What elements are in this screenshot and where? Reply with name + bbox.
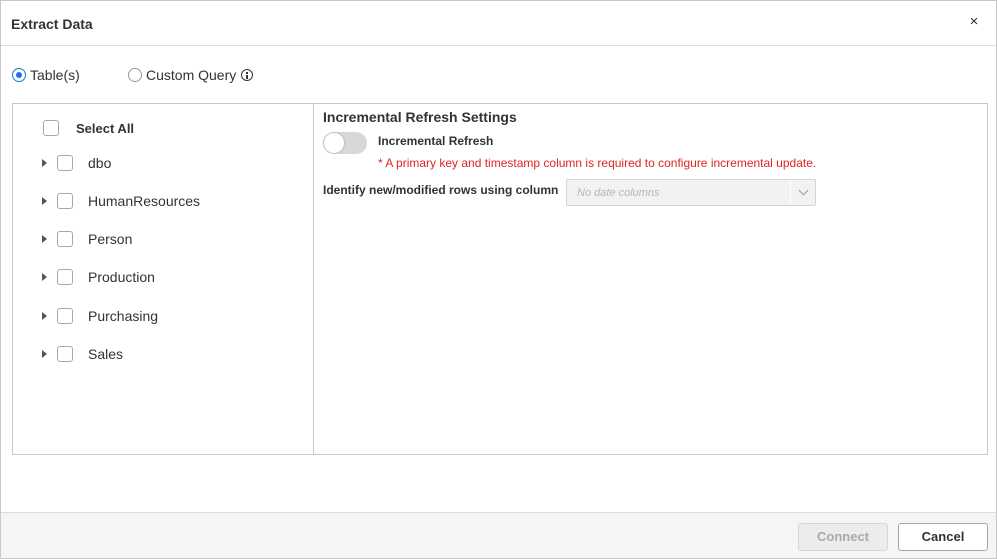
- dialog-footer: Connect Cancel: [1, 512, 996, 558]
- expand-caret-icon[interactable]: [42, 312, 47, 320]
- incremental-refresh-toggle[interactable]: [323, 132, 367, 154]
- tree-item-sales[interactable]: Sales: [42, 345, 123, 363]
- column-dropdown[interactable]: No date columns: [566, 179, 816, 206]
- connect-button[interactable]: Connect: [798, 523, 888, 551]
- dialog-header: Extract Data ×: [1, 1, 996, 46]
- dialog-title: Extract Data: [11, 16, 93, 32]
- tree-item-production[interactable]: Production: [42, 268, 155, 286]
- tables-radio[interactable]: [12, 68, 26, 82]
- tree-item-checkbox[interactable]: [57, 231, 73, 247]
- table-tree-pane: Select All dbo HumanResources Person Pro…: [13, 104, 314, 454]
- expand-caret-icon[interactable]: [42, 235, 47, 243]
- tree-item-humanresources[interactable]: HumanResources: [42, 192, 200, 210]
- select-all-row[interactable]: Select All: [43, 120, 134, 136]
- tree-item-checkbox[interactable]: [57, 346, 73, 362]
- tree-item-person[interactable]: Person: [42, 230, 132, 248]
- incremental-refresh-label: Incremental Refresh: [378, 134, 494, 148]
- tree-item-checkbox[interactable]: [57, 155, 73, 171]
- tree-item-purchasing[interactable]: Purchasing: [42, 307, 158, 325]
- tree-item-label[interactable]: Person: [88, 231, 132, 247]
- tree-item-label[interactable]: Sales: [88, 346, 123, 362]
- identify-column-label: Identify new/modified rows using column: [323, 183, 559, 197]
- expand-caret-icon[interactable]: [42, 273, 47, 281]
- tree-item-checkbox[interactable]: [57, 308, 73, 324]
- tree-item-label[interactable]: dbo: [88, 155, 111, 171]
- close-icon[interactable]: ×: [966, 14, 982, 30]
- dropdown-divider: [790, 180, 791, 205]
- extract-data-dialog: Extract Data × Table(s) Custom Query Sel…: [0, 0, 997, 559]
- tree-item-label[interactable]: Production: [88, 269, 155, 285]
- content-panel: Select All dbo HumanResources Person Pro…: [12, 103, 988, 455]
- tree-item-label[interactable]: Purchasing: [88, 308, 158, 324]
- column-dropdown-placeholder[interactable]: No date columns: [577, 187, 660, 199]
- tree-item-checkbox[interactable]: [57, 269, 73, 285]
- tree-item-checkbox[interactable]: [57, 193, 73, 209]
- custom-query-radio-label[interactable]: Custom Query: [146, 67, 236, 83]
- incremental-refresh-settings-pane: Incremental Refresh Settings Incremental…: [314, 104, 987, 454]
- select-all-checkbox[interactable]: [43, 120, 59, 136]
- custom-query-radio[interactable]: [128, 68, 142, 82]
- incremental-refresh-warning: * A primary key and timestamp column is …: [378, 156, 817, 170]
- tables-radio-label[interactable]: Table(s): [30, 67, 80, 83]
- tables-radio-option[interactable]: Table(s): [12, 67, 80, 83]
- tree-item-label[interactable]: HumanResources: [88, 193, 200, 209]
- cancel-button[interactable]: Cancel: [898, 523, 988, 551]
- select-all-label[interactable]: Select All: [76, 121, 134, 136]
- expand-caret-icon[interactable]: [42, 159, 47, 167]
- settings-title: Incremental Refresh Settings: [323, 109, 517, 125]
- expand-caret-icon[interactable]: [42, 197, 47, 205]
- tree-item-dbo[interactable]: dbo: [42, 154, 111, 172]
- info-icon[interactable]: [241, 69, 254, 81]
- toggle-knob[interactable]: [324, 133, 344, 153]
- expand-caret-icon[interactable]: [42, 350, 47, 358]
- custom-query-radio-option[interactable]: Custom Query: [128, 67, 254, 83]
- chevron-down-icon[interactable]: [798, 185, 809, 196]
